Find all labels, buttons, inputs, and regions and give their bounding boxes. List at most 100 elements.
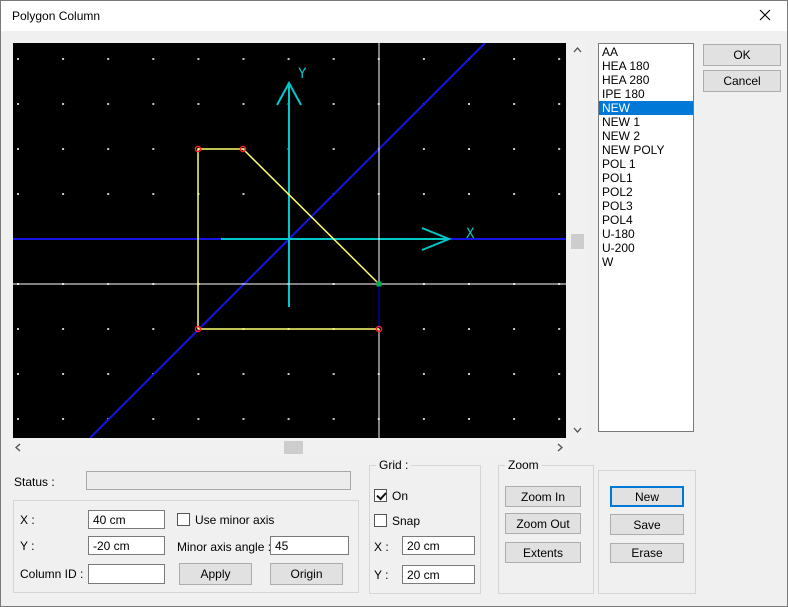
list-item[interactable]: NEW POLY: [599, 143, 693, 157]
grid-dot: [332, 58, 335, 60]
horizontal-scrollbar[interactable]: [9, 439, 568, 456]
use-minor-axis-checkbox[interactable]: [177, 513, 190, 526]
y-coord-input[interactable]: [88, 536, 165, 555]
grid-y-label: Y :: [374, 568, 389, 582]
grid-dot: [17, 328, 19, 330]
list-item[interactable]: POL1: [599, 171, 693, 185]
grid-dot: [422, 418, 425, 420]
minor-axis-angle-input[interactable]: [270, 536, 349, 555]
status-label: Status :: [14, 475, 55, 489]
ok-button[interactable]: OK: [703, 44, 781, 66]
y-coord-label: Y :: [20, 539, 35, 553]
list-item[interactable]: HEA 280: [599, 73, 693, 87]
scroll-up-button[interactable]: [568, 41, 587, 58]
grid-dot: [242, 193, 245, 195]
grid-y-input[interactable]: [402, 565, 475, 584]
grid-dot: [468, 193, 470, 195]
list-item[interactable]: NEW 2: [599, 129, 693, 143]
grid-dot: [62, 418, 65, 420]
grid-dot: [332, 418, 335, 420]
horizontal-scrollbar-thumb[interactable]: [284, 441, 303, 454]
grid-dot: [107, 193, 110, 195]
zoom-group: Zoom Zoom In Zoom Out Extents: [498, 458, 594, 594]
grid-dot: [152, 328, 155, 330]
list-item[interactable]: POL 1: [599, 157, 693, 171]
list-item[interactable]: U-180: [599, 227, 693, 241]
grid-dot: [197, 58, 200, 60]
x-coord-label: X :: [20, 513, 35, 527]
vertical-scrollbar-thumb[interactable]: [571, 234, 584, 249]
grid-dot: [422, 58, 425, 60]
grid-dot: [17, 58, 19, 60]
scroll-down-button[interactable]: [568, 421, 587, 438]
x-coord-input[interactable]: [88, 510, 165, 529]
grid-dot: [332, 373, 335, 375]
grid-dot: [513, 328, 516, 330]
zoom-out-button[interactable]: Zoom Out: [505, 513, 581, 534]
scroll-right-button[interactable]: [551, 439, 568, 456]
section-drawing-canvas[interactable]: XY: [13, 43, 566, 438]
chevron-down-icon: [573, 427, 582, 433]
column-id-label: Column ID :: [20, 567, 84, 581]
list-item[interactable]: AA: [599, 45, 693, 59]
grid-dot: [422, 148, 425, 150]
grid-snap-checkbox[interactable]: [374, 514, 387, 527]
zoom-in-button[interactable]: Zoom In: [505, 486, 581, 507]
grid-dot: [17, 148, 19, 150]
grid-dot: [468, 373, 470, 375]
grid-dot: [242, 58, 245, 60]
list-item[interactable]: POL2: [599, 185, 693, 199]
zoom-group-title: Zoom: [505, 458, 542, 472]
grid-dot: [62, 328, 65, 330]
cancel-button[interactable]: Cancel: [703, 70, 781, 92]
apply-button[interactable]: Apply: [179, 563, 252, 585]
grid-dot: [62, 373, 65, 375]
grid-dot: [513, 148, 516, 150]
extents-button[interactable]: Extents: [505, 542, 581, 563]
grid-dot: [558, 418, 561, 420]
grid-dot: [107, 328, 110, 330]
erase-button[interactable]: Erase: [610, 543, 684, 563]
grid-dot: [558, 193, 561, 195]
grid-group: Grid : On Snap X : Y :: [369, 458, 481, 594]
grid-dot: [513, 193, 516, 195]
grid-dot: [558, 328, 561, 330]
list-item[interactable]: W: [599, 255, 693, 269]
grid-snap-label: Snap: [392, 514, 421, 528]
save-button[interactable]: Save: [610, 514, 684, 535]
new-button[interactable]: New: [610, 486, 684, 507]
list-item[interactable]: POL3: [599, 199, 693, 213]
grid-dot: [242, 373, 245, 375]
grid-dot: [332, 148, 335, 150]
grid-dot: [468, 103, 470, 105]
coordinates-group: X : Use minor axis Y : Minor axis angle …: [13, 500, 359, 593]
grid-on-checkbox[interactable]: [374, 489, 387, 502]
list-item[interactable]: NEW: [599, 101, 693, 115]
grid-dot: [558, 103, 561, 105]
grid-x-input[interactable]: [402, 536, 475, 555]
list-item[interactable]: HEA 180: [599, 59, 693, 73]
profile-listbox[interactable]: AA HEA 180 HEA 280 IPE 180 NEW NEW 1 NEW 2 NEW …: [598, 43, 694, 432]
minor-axis-angle-label: Minor axis angle :: [177, 540, 272, 554]
grid-dot: [17, 418, 19, 420]
current-point-marker[interactable]: [376, 281, 382, 287]
grid-dot: [107, 103, 110, 105]
column-id-input[interactable]: [88, 564, 165, 584]
vertical-scrollbar[interactable]: [568, 41, 587, 438]
list-item[interactable]: NEW 1: [599, 115, 693, 129]
polygon-column-dialog: Polygon Column XY AA HEA 180 HEA 280 IPE 18…: [0, 0, 788, 607]
close-button[interactable]: [742, 1, 787, 31]
grid-dot: [197, 103, 200, 105]
y-axis-label: Y: [298, 66, 307, 82]
grid-dot: [558, 373, 561, 375]
grid-dot: [107, 58, 110, 60]
scroll-left-button[interactable]: [9, 439, 26, 456]
grid-dot: [62, 148, 65, 150]
grid-dot: [468, 418, 470, 420]
list-item[interactable]: U-200: [599, 241, 693, 255]
grid-dot: [17, 193, 19, 195]
origin-button[interactable]: Origin: [270, 563, 343, 585]
grid-dot: [287, 418, 290, 420]
list-item[interactable]: IPE 180: [599, 87, 693, 101]
list-item[interactable]: POL4: [599, 213, 693, 227]
